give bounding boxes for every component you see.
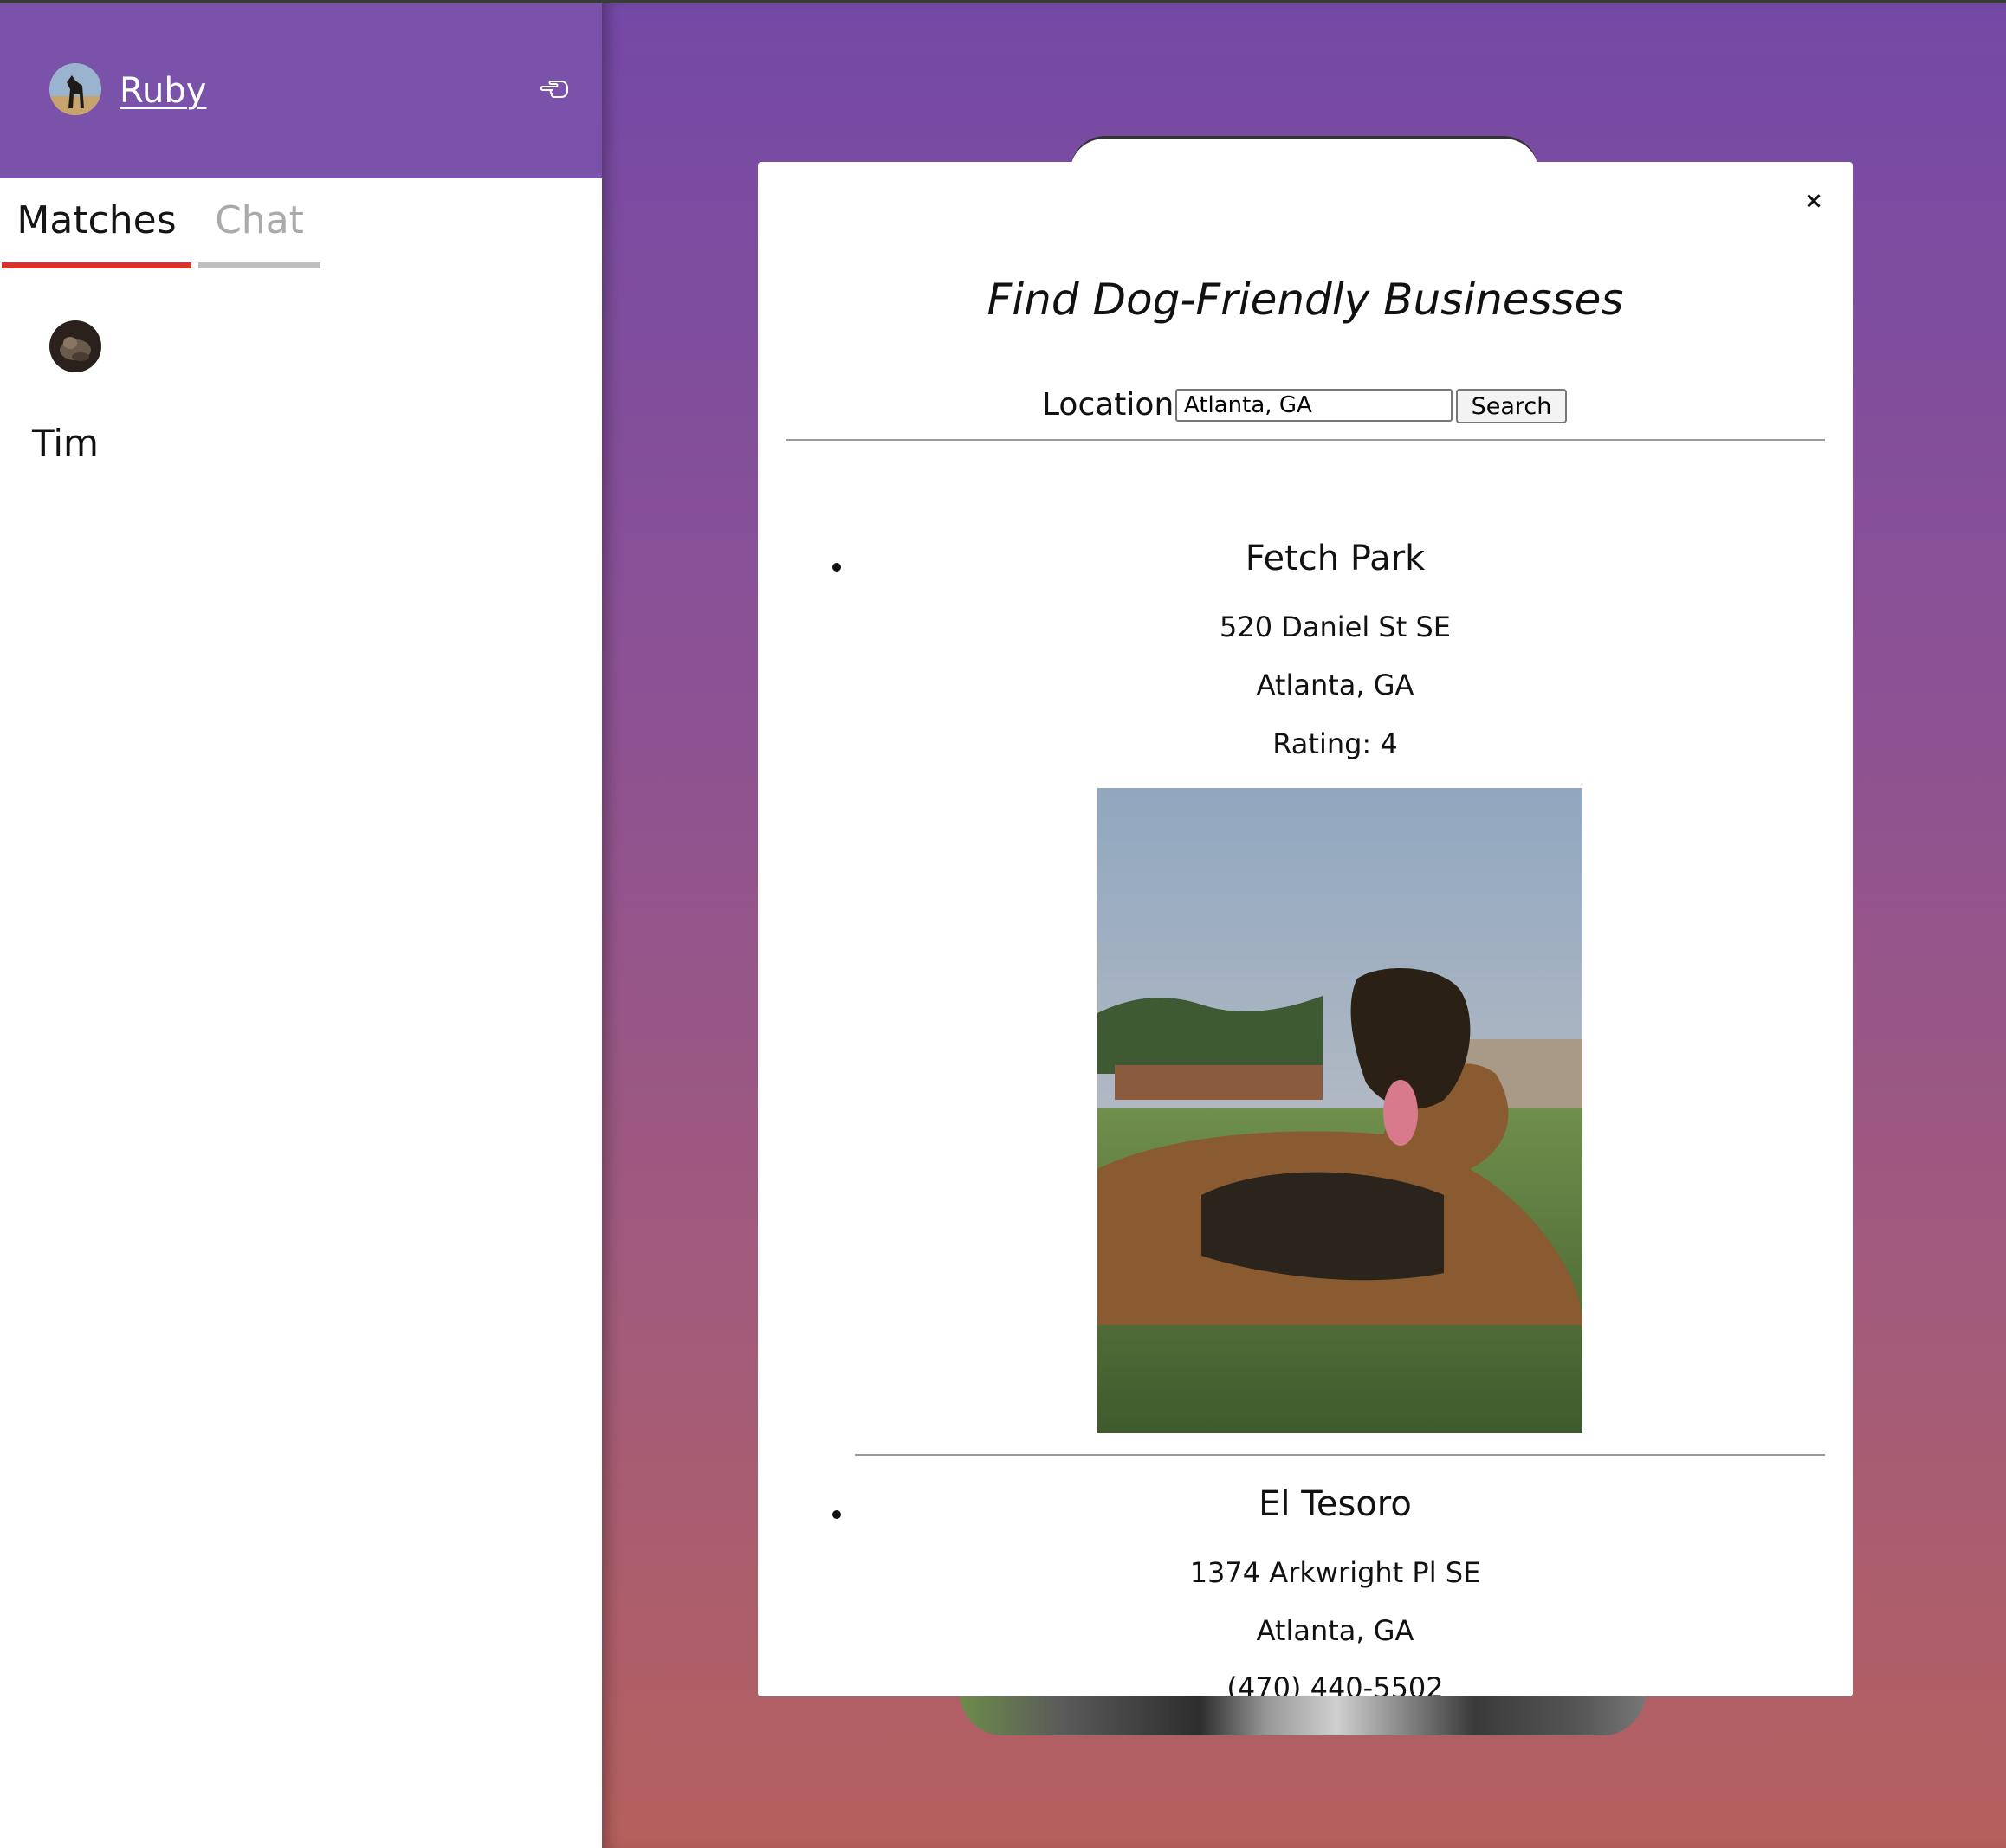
sidebar-tabs: Matches Chat (0, 185, 602, 268)
sidebar-header: Ruby (0, 3, 602, 178)
business-rating: Rating: 4 (1272, 727, 1398, 760)
match-name[interactable]: Tim (32, 422, 99, 464)
business-address: 1374 Arkwright Pl SE (1189, 1556, 1481, 1589)
business-city: Atlanta, GA (1256, 1614, 1414, 1647)
user-name-link[interactable]: Ruby (120, 71, 206, 111)
business-name: Fetch Park (1245, 539, 1426, 578)
tab-chat-label: Chat (215, 198, 304, 242)
business-finder-modal: × Find Dog-Friendly Businesses Location:… (758, 162, 1853, 1696)
search-button[interactable]: Search (1456, 389, 1567, 423)
search-row: Location: Search (758, 387, 1853, 425)
business-address: 520 Daniel St SE (1220, 611, 1451, 643)
tab-chat-underline (198, 262, 320, 268)
user-avatar[interactable] (49, 63, 101, 115)
sidebar: Ruby Matches Chat Tim (0, 3, 602, 1848)
pointing-hand-icon[interactable] (540, 80, 570, 99)
business-name: El Tesoro (1259, 1484, 1412, 1524)
close-button[interactable]: × (1801, 188, 1827, 214)
tab-matches[interactable]: Matches (2, 185, 191, 268)
tab-matches-label: Matches (16, 198, 177, 242)
modal-title: Find Dog-Friendly Businesses (987, 275, 1624, 325)
tab-chat[interactable]: Chat (198, 185, 320, 268)
location-input[interactable] (1175, 389, 1453, 422)
tab-matches-underline (2, 262, 191, 268)
business-city: Atlanta, GA (1256, 669, 1414, 701)
result-divider (855, 1454, 1825, 1456)
business-phone: (470) 440-5502 (1226, 1671, 1444, 1696)
list-bullet (832, 563, 841, 572)
location-label: Location: (1042, 387, 1185, 423)
business-photo (1097, 788, 1582, 1433)
match-avatar[interactable] (49, 320, 101, 372)
list-bullet (832, 1510, 841, 1519)
divider (786, 439, 1825, 441)
